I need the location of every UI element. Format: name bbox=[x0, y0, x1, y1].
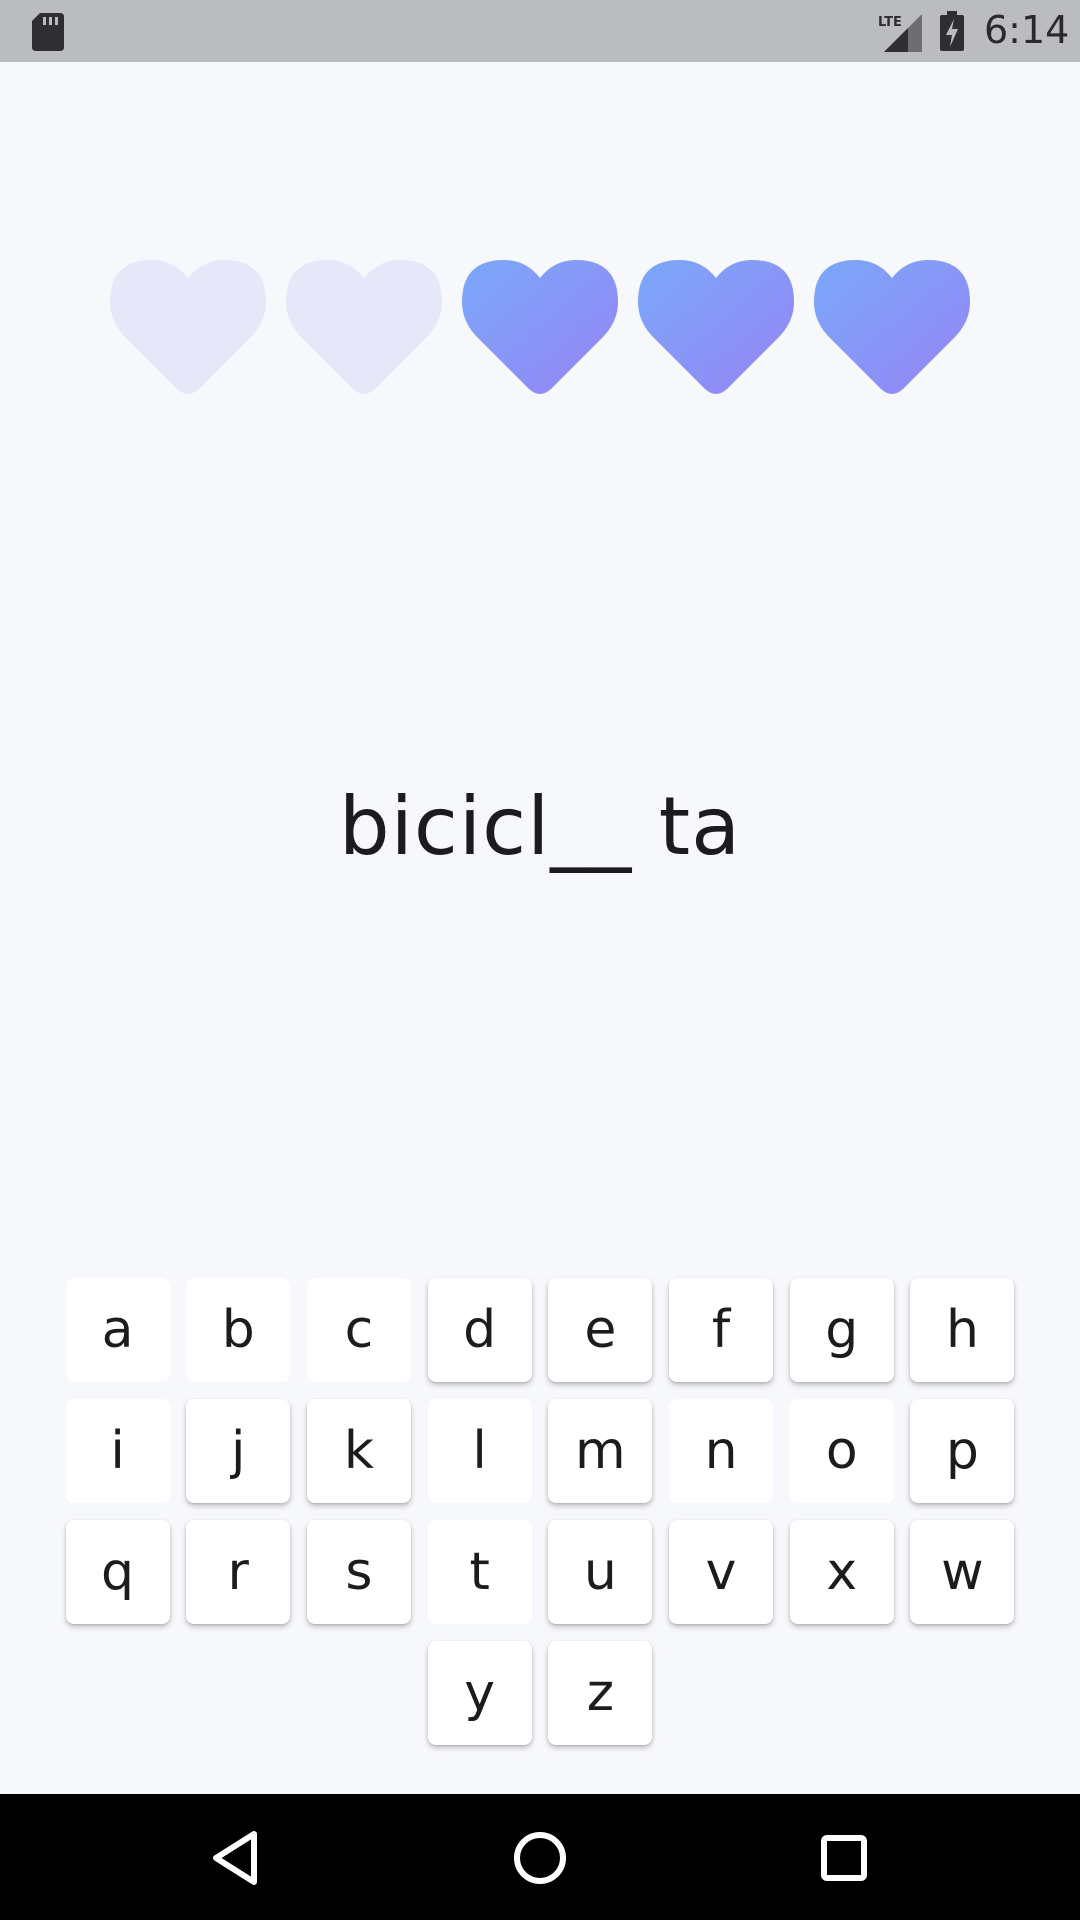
key-r[interactable]: r bbox=[186, 1520, 291, 1624]
key-c: c bbox=[306, 1278, 411, 1382]
puzzle-word: bicicl__ ta bbox=[338, 780, 742, 873]
system-nav-bar bbox=[0, 1794, 1080, 1920]
key-x[interactable]: x bbox=[789, 1520, 894, 1624]
back-icon[interactable] bbox=[204, 1826, 268, 1890]
key-k[interactable]: k bbox=[306, 1399, 411, 1503]
key-a: a bbox=[65, 1278, 170, 1382]
status-bar: LTE 6:14 bbox=[0, 0, 1080, 62]
lte-label: LTE bbox=[878, 15, 902, 30]
lives-indicator bbox=[110, 260, 970, 400]
heart-full-icon bbox=[638, 260, 794, 394]
game-screen: bicicl__ ta abcdefgh ijklmnop qrstuvxw yz bbox=[0, 62, 1080, 1794]
key-g[interactable]: g bbox=[789, 1278, 894, 1382]
key-v[interactable]: v bbox=[669, 1520, 774, 1624]
lte-signal-icon: LTE bbox=[878, 14, 922, 52]
recents-icon[interactable] bbox=[812, 1826, 876, 1890]
heart-full-icon bbox=[814, 260, 970, 394]
key-d[interactable]: d bbox=[427, 1278, 532, 1382]
key-t: t bbox=[427, 1520, 532, 1624]
key-f[interactable]: f bbox=[669, 1278, 774, 1382]
heart-full-icon bbox=[462, 260, 618, 394]
key-m[interactable]: m bbox=[548, 1399, 653, 1503]
key-s[interactable]: s bbox=[306, 1520, 411, 1624]
key-l: l bbox=[427, 1399, 532, 1503]
key-i: i bbox=[65, 1399, 170, 1503]
key-b: b bbox=[186, 1278, 291, 1382]
key-p[interactable]: p bbox=[910, 1399, 1015, 1503]
status-clock: 6:14 bbox=[984, 8, 1070, 52]
battery-charging-icon bbox=[940, 11, 964, 51]
key-o: o bbox=[789, 1399, 894, 1503]
heart-empty-icon bbox=[286, 260, 442, 394]
key-y[interactable]: y bbox=[427, 1641, 532, 1745]
key-u[interactable]: u bbox=[548, 1520, 653, 1624]
key-z[interactable]: z bbox=[548, 1641, 653, 1745]
key-w[interactable]: w bbox=[910, 1520, 1015, 1624]
home-icon[interactable] bbox=[508, 1826, 572, 1890]
key-n: n bbox=[669, 1399, 774, 1503]
sd-card-icon bbox=[32, 13, 64, 51]
key-q[interactable]: q bbox=[65, 1520, 170, 1624]
key-j[interactable]: j bbox=[186, 1399, 291, 1503]
heart-empty-icon bbox=[110, 260, 266, 394]
key-h[interactable]: h bbox=[910, 1278, 1015, 1382]
key-e[interactable]: e bbox=[548, 1278, 653, 1382]
